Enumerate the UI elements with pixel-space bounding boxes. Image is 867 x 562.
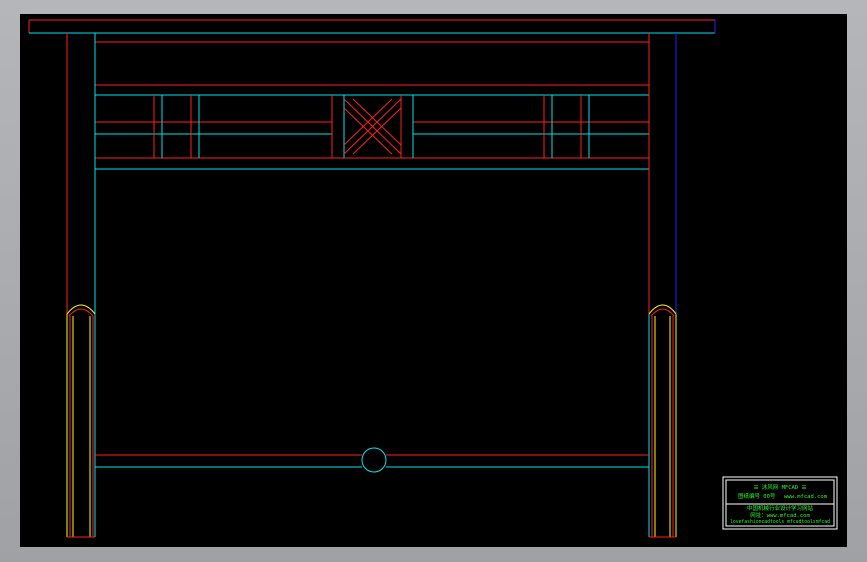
- table-top: [28, 19, 716, 34]
- title-block-line4: 网址：www.mfcad.com: [750, 511, 810, 519]
- cad-window-frame: ☰ 沐风网 MFCAD ☰ 图纸编号 00号 www.mfcad.com 中国机…: [0, 0, 867, 562]
- left-leg: [66, 33, 96, 538]
- upper-apron: [95, 41, 649, 170]
- cad-drawing-canvas[interactable]: ☰ 沐风网 MFCAD ☰ 图纸编号 00号 www.mfcad.com 中国机…: [20, 14, 847, 547]
- right-leg: [648, 33, 677, 538]
- lattice-band: [95, 95, 649, 158]
- title-block-line5: lovefashioncadtools mfcadtoolsmfcad: [730, 519, 830, 525]
- title-block-line3: 中国机械行业设计学习网站: [747, 504, 814, 512]
- title-block-line1: ☰ 沐风网 MFCAD ☰: [754, 483, 807, 491]
- furniture-elevation-drawing: ☰ 沐风网 MFCAD ☰ 图纸编号 00号 www.mfcad.com 中国机…: [28, 19, 838, 538]
- title-block-website: www.mfcad.com: [784, 494, 828, 500]
- lower-stretcher: [95, 447, 649, 473]
- title-block: ☰ 沐风网 MFCAD ☰ 图纸编号 00号 www.mfcad.com 中国机…: [722, 476, 838, 530]
- stretcher-knob: [361, 447, 387, 473]
- title-block-drawing-number: 图纸编号 00号: [738, 492, 776, 500]
